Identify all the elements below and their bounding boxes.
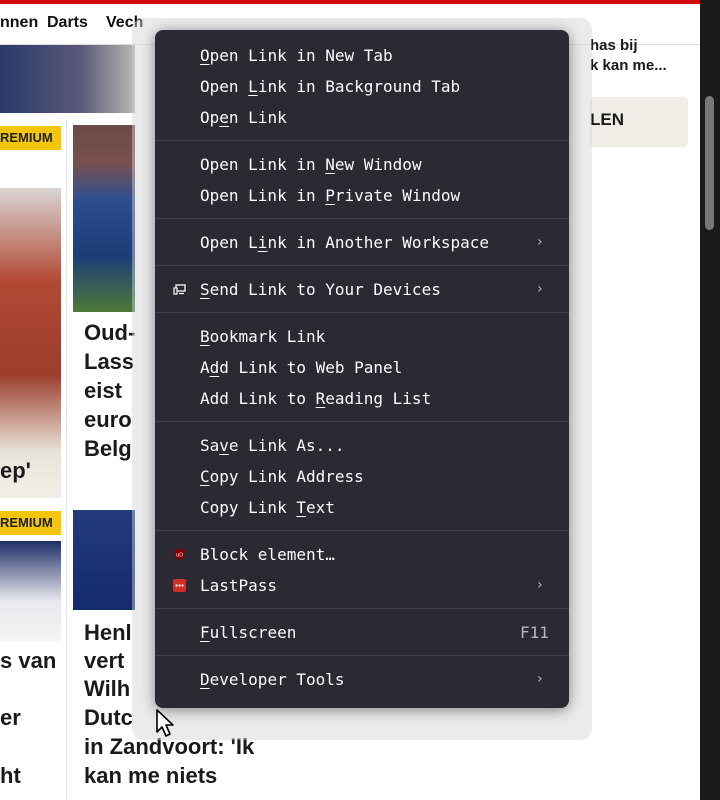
article-image-blue[interactable] xyxy=(73,510,135,610)
premium-badge: REMIUM xyxy=(0,126,61,150)
menu-item-developer-tools[interactable]: Developer Tools › xyxy=(155,664,569,695)
menu-item-copy-link-address[interactable]: Copy Link Address xyxy=(155,461,569,492)
nav-item-partial[interactable]: nnen xyxy=(0,14,38,32)
menu-item-label: Send Link to Your Devices xyxy=(200,280,441,299)
menu-item-copy-link-text[interactable]: Copy Link Text xyxy=(155,492,569,523)
sidebar-snippet[interactable]: has bij xyxy=(590,37,638,54)
menu-item-label: Save Link As... xyxy=(200,436,345,455)
sidebar-button-label: LEN xyxy=(590,110,624,129)
menu-separator xyxy=(155,655,569,656)
headline-fragment[interactable]: kan me niets xyxy=(84,763,217,789)
chevron-right-icon: › xyxy=(537,234,543,250)
headline-fragment-left[interactable]: s van xyxy=(0,648,56,674)
svg-text:uO: uO xyxy=(176,553,183,559)
headline-fragment-left[interactable]: er xyxy=(0,705,21,731)
menu-item-bookmark-link[interactable]: Bookmark Link xyxy=(155,321,569,352)
nav-item-darts[interactable]: Darts xyxy=(47,14,88,32)
headline-fragment[interactable]: Belg xyxy=(84,436,132,462)
headline-fragment[interactable]: eist xyxy=(84,378,122,404)
menu-item-label: Open Link in New Window xyxy=(200,155,422,174)
menu-separator xyxy=(155,312,569,313)
headline-fragment[interactable]: Wilh xyxy=(84,676,130,702)
menu-item-label: Open Link in Private Window xyxy=(200,186,461,205)
menu-separator xyxy=(155,140,569,141)
menu-item-open-another-workspace[interactable]: Open Link in Another Workspace › xyxy=(155,227,569,258)
menu-separator xyxy=(155,421,569,422)
headline-fragment[interactable]: Lass xyxy=(84,349,134,375)
menu-item-label: LastPass xyxy=(200,576,278,595)
link-context-menu: Open Link in New Tab Open Link in Backgr… xyxy=(155,30,569,708)
menu-item-label: Add Link to Web Panel xyxy=(200,358,403,377)
menu-separator xyxy=(155,265,569,266)
article-image-player[interactable] xyxy=(0,541,61,641)
menu-item-open-link[interactable]: Open Link xyxy=(155,102,569,133)
article-image-house[interactable] xyxy=(0,188,61,498)
lastpass-icon xyxy=(173,579,186,592)
menu-item-label: Developer Tools xyxy=(200,670,345,689)
menu-separator xyxy=(155,608,569,609)
menu-item-label: Block element… xyxy=(200,545,335,564)
menu-item-block-element[interactable]: uO Block element… xyxy=(155,539,569,570)
headline-fragment[interactable]: euro xyxy=(84,407,132,433)
chevron-right-icon: › xyxy=(537,671,543,687)
menu-item-label: Open Link in Another Workspace xyxy=(200,233,489,252)
page-scrollbar-thumb[interactable] xyxy=(705,96,714,230)
menu-item-fullscreen[interactable]: Fullscreen F11 xyxy=(155,617,569,648)
headline-fragment[interactable]: Oud- xyxy=(84,320,135,346)
menu-item-add-web-panel[interactable]: Add Link to Web Panel xyxy=(155,352,569,383)
premium-badge: REMIUM xyxy=(0,511,61,535)
menu-item-send-link-devices[interactable]: Send Link to Your Devices › xyxy=(155,274,569,305)
shortcut-label: F11 xyxy=(520,623,549,642)
headline-fragment[interactable]: Henl xyxy=(84,620,132,646)
menu-item-save-link-as[interactable]: Save Link As... xyxy=(155,430,569,461)
chevron-right-icon: › xyxy=(537,577,543,593)
article-image-stadium[interactable] xyxy=(73,125,135,312)
device-sync-icon xyxy=(173,284,186,295)
menu-separator xyxy=(155,218,569,219)
menu-item-label: Bookmark Link xyxy=(200,327,326,346)
menu-item-label: Copy Link Address xyxy=(200,467,364,486)
menu-item-open-new-tab[interactable]: Open Link in New Tab xyxy=(155,40,569,71)
menu-item-label: Open Link in New Tab xyxy=(200,46,393,65)
menu-item-add-reading-list[interactable]: Add Link to Reading List xyxy=(155,383,569,414)
menu-item-label: Copy Link Text xyxy=(200,498,335,517)
menu-item-open-background-tab[interactable]: Open Link in Background Tab xyxy=(155,71,569,102)
menu-item-label: Add Link to Reading List xyxy=(200,389,432,408)
ublock-origin-icon: uO xyxy=(174,548,185,561)
menu-item-label: Fullscreen xyxy=(200,623,297,642)
mouse-pointer-icon xyxy=(156,709,174,737)
menu-item-label: Open Link xyxy=(200,108,287,127)
menu-item-lastpass[interactable]: LastPass › xyxy=(155,570,569,601)
article-image-top[interactable] xyxy=(0,45,135,113)
menu-item-open-private-window[interactable]: Open Link in Private Window xyxy=(155,180,569,211)
sidebar-snippet[interactable]: k kan me... xyxy=(590,57,667,74)
menu-item-label: Open Link in Background Tab xyxy=(200,77,461,96)
chevron-right-icon: › xyxy=(537,281,543,297)
column-divider xyxy=(66,120,67,800)
menu-item-open-new-window[interactable]: Open Link in New Window xyxy=(155,149,569,180)
headline-fragment[interactable]: vert xyxy=(84,648,124,674)
headline-fragment[interactable]: Dutc xyxy=(84,705,133,731)
headline-fragment-left[interactable]: ht xyxy=(0,763,21,789)
menu-separator xyxy=(155,530,569,531)
headline-fragment-left[interactable]: ep' xyxy=(0,458,31,484)
